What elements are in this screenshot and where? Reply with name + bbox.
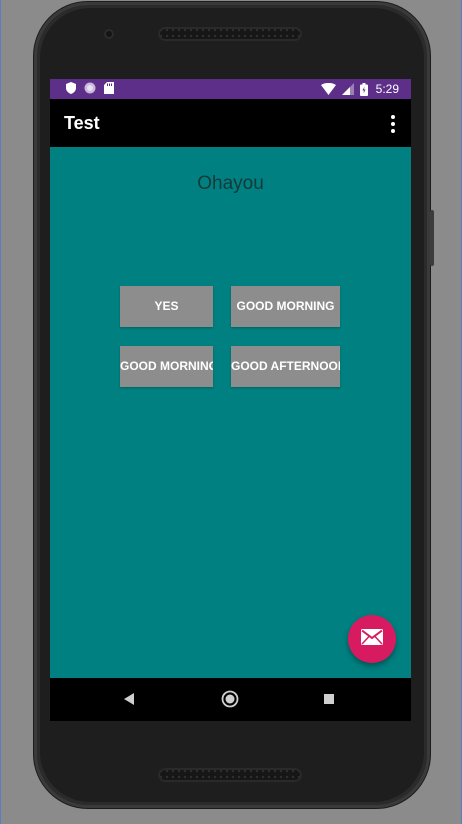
- app-title: Test: [64, 113, 100, 133]
- home-icon[interactable]: [221, 690, 239, 713]
- back-icon[interactable]: [123, 692, 135, 711]
- device-screen: 5:29 Test Ohayou YES GOOD MORNING GOOD M…: [50, 79, 411, 721]
- navigation-bar: [50, 678, 411, 721]
- mail-icon: [361, 628, 383, 650]
- main-content: Ohayou YES GOOD MORNING GOOD MORNING GOO…: [50, 147, 411, 678]
- status-clock: 5:29: [375, 82, 399, 96]
- good-morning-button[interactable]: GOOD MORNING: [231, 286, 340, 327]
- shield-icon: [66, 82, 76, 94]
- more-vert-icon[interactable]: [385, 113, 401, 135]
- mail-fab-button[interactable]: [348, 615, 396, 663]
- circle-icon: [84, 82, 96, 94]
- good-afternoon-button[interactable]: GOOD AFTERNOON: [231, 346, 340, 387]
- power-button[interactable]: [430, 210, 434, 266]
- signal-icon: [341, 83, 354, 95]
- app-toolbar: Test: [50, 99, 411, 147]
- front-camera: [104, 29, 114, 39]
- wifi-icon: [320, 83, 336, 95]
- battery-icon: [359, 82, 368, 96]
- sd-card-icon: [104, 82, 114, 94]
- recents-icon[interactable]: [324, 694, 334, 704]
- bottom-speaker-grille: [158, 768, 302, 782]
- status-bar: 5:29: [50, 79, 411, 99]
- greeting-text: Ohayou: [197, 173, 264, 194]
- top-speaker-grille: [158, 27, 302, 41]
- yes-button[interactable]: YES: [120, 286, 213, 327]
- window-border-left: [0, 0, 1, 824]
- good-morning-button-2[interactable]: GOOD MORNING: [120, 346, 213, 387]
